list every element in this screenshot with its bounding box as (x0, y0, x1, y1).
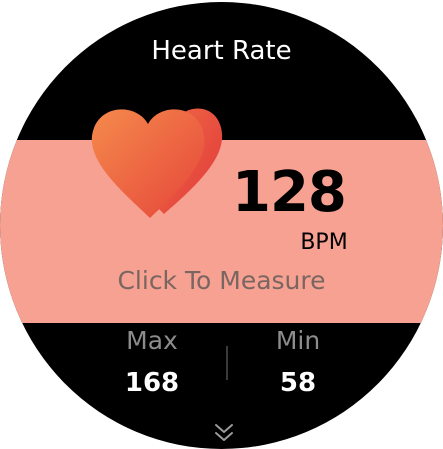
page-title: Heart Rate (151, 36, 292, 66)
chevron-down-double-icon[interactable] (211, 422, 237, 444)
max-label: Max (126, 326, 178, 355)
heart-rate-value: 128 (232, 160, 347, 225)
measure-button[interactable]: Click To Measure (0, 266, 443, 295)
max-value: 168 (124, 368, 180, 398)
min-value: 58 (279, 368, 317, 398)
heart-icon[interactable] (84, 98, 232, 230)
stats-divider (226, 346, 228, 380)
heart-rate-unit: BPM (300, 230, 348, 255)
stage: Heart Rate 128 BPM Click To Measure Max … (0, 0, 443, 449)
min-label: Min (275, 326, 321, 355)
watch-face: Heart Rate 128 BPM Click To Measure Max … (0, 2, 443, 449)
